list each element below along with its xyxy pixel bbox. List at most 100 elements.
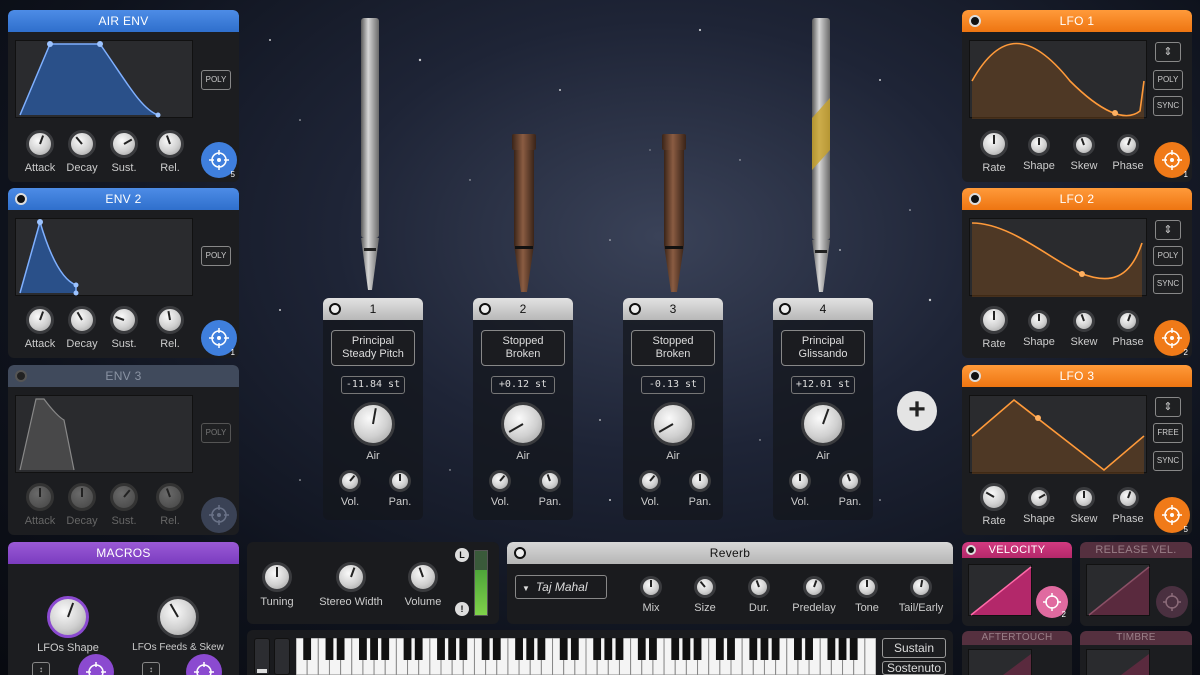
pipe-2-tuning-field[interactable]: +0.12 st <box>491 376 555 394</box>
black-key[interactable] <box>727 638 735 660</box>
env3-power-toggle[interactable] <box>15 370 27 382</box>
lfo2-phase-knob[interactable]: Phase <box>1108 310 1148 348</box>
lfo2-mod-target-button[interactable]: 2 <box>1154 320 1190 357</box>
air-env-release-knob[interactable]: Rel. <box>150 130 190 174</box>
sustain-button[interactable]: Sustain <box>882 638 946 658</box>
macro-1-target-button[interactable] <box>78 654 114 675</box>
env3-decay-knob[interactable]: Decay <box>62 483 102 527</box>
lfo1-sync-button[interactable]: SYNC <box>1153 96 1183 116</box>
black-key[interactable] <box>526 638 535 660</box>
mod-wheel[interactable] <box>274 638 290 675</box>
black-key[interactable] <box>649 638 657 660</box>
pipe-1-preset-selector[interactable]: Principal Steady Pitch <box>331 330 415 366</box>
pitch-bend-wheel[interactable] <box>254 638 270 675</box>
black-key[interactable] <box>325 638 334 660</box>
air-env-attack-knob[interactable]: Attack <box>20 130 60 174</box>
black-key[interactable] <box>403 638 412 660</box>
black-key[interactable] <box>303 638 312 660</box>
pipe-1-pan-knob[interactable]: Pan. <box>385 470 415 508</box>
pipe-4-power-toggle[interactable] <box>779 303 791 315</box>
macro-1-arrows-icon[interactable]: ↕ <box>32 662 50 675</box>
lfo1-graph[interactable] <box>969 40 1147 119</box>
black-key[interactable] <box>537 638 546 660</box>
black-key[interactable] <box>794 638 802 660</box>
env2-mod-target-button[interactable]: 1 <box>201 320 237 357</box>
black-key[interactable] <box>827 638 836 660</box>
volume-knob[interactable]: Volume <box>397 562 449 608</box>
black-key[interactable] <box>448 638 457 660</box>
black-key[interactable] <box>459 638 468 660</box>
black-key[interactable] <box>760 638 769 660</box>
lfo2-shape-knob[interactable]: Shape <box>1019 310 1059 348</box>
air-env-graph[interactable] <box>15 40 193 118</box>
black-key[interactable] <box>805 638 813 660</box>
lfo3-power-toggle[interactable] <box>969 370 981 382</box>
tuning-knob[interactable]: Tuning <box>253 562 301 608</box>
pipe-2-air-knob[interactable]: Air <box>498 402 548 462</box>
release-vel-curve-graph[interactable] <box>1086 564 1150 616</box>
release-vel-mod-target-button[interactable] <box>1156 586 1188 618</box>
black-key[interactable] <box>849 638 858 660</box>
pipe-2-pan-knob[interactable]: Pan. <box>535 470 565 508</box>
reverb-power-toggle[interactable] <box>514 547 526 559</box>
pipe-2-preset-selector[interactable]: Stopped Broken <box>481 330 565 366</box>
velocity-power-toggle[interactable] <box>966 545 976 555</box>
lfo1-rate-knob[interactable]: Rate <box>974 130 1014 174</box>
black-key[interactable] <box>671 638 680 660</box>
env2-attack-knob[interactable]: Attack <box>20 306 60 350</box>
lfo2-rate-knob[interactable]: Rate <box>974 306 1014 350</box>
black-key[interactable] <box>359 638 367 660</box>
pipe-3-pan-knob[interactable]: Pan. <box>685 470 715 508</box>
lfo3-shape-knob[interactable]: Shape <box>1019 487 1059 525</box>
black-key[interactable] <box>437 638 445 660</box>
black-key[interactable] <box>682 638 691 660</box>
env3-attack-knob[interactable]: Attack <box>20 483 60 527</box>
pipe-4-volume-knob[interactable]: Vol. <box>785 470 815 508</box>
macro-2-arrows-icon[interactable]: ↕ <box>142 662 160 675</box>
pipe-1-power-toggle[interactable] <box>329 303 341 315</box>
add-pipe-button[interactable]: + <box>897 391 937 431</box>
lfo1-skew-knob[interactable]: Skew <box>1064 134 1104 172</box>
env2-mode-button[interactable]: POLY <box>201 246 231 266</box>
lfo3-mode-button[interactable]: FREE <box>1153 423 1183 443</box>
lfo1-mod-target-button[interactable]: 1 <box>1154 142 1190 179</box>
black-key[interactable] <box>492 638 501 660</box>
reverb-preset-dropdown[interactable]: ▼ Taj Mahal <box>515 575 607 599</box>
black-key[interactable] <box>838 638 847 660</box>
lfo2-graph[interactable] <box>969 218 1147 297</box>
lfo1-shape-knob[interactable]: Shape <box>1019 134 1059 172</box>
lfo2-power-toggle[interactable] <box>969 193 981 205</box>
pipe-1-volume-knob[interactable]: Vol. <box>335 470 365 508</box>
black-key[interactable] <box>570 638 579 660</box>
env2-graph[interactable] <box>15 218 193 296</box>
aftertouch-curve-graph[interactable] <box>968 649 1032 675</box>
lfo1-phase-knob[interactable]: Phase <box>1108 134 1148 172</box>
air-env-decay-knob[interactable]: Decay <box>62 130 102 174</box>
piano-keyboard[interactable] <box>296 638 876 675</box>
reverb-tone-knob[interactable]: Tone <box>849 576 885 614</box>
macro-lfos-feeds-skew-knob[interactable]: LFOs Feeds & Skew <box>128 596 228 653</box>
lfo3-sync-button[interactable]: SYNC <box>1153 451 1183 471</box>
env2-release-knob[interactable]: Rel. <box>150 306 190 350</box>
pipe-1-tuning-field[interactable]: -11.84 st <box>341 376 405 394</box>
lfo2-direction-button[interactable]: ⇕ <box>1155 220 1181 240</box>
lfo3-mod-target-button[interactable]: 5 <box>1154 497 1190 534</box>
velocity-curve-graph[interactable] <box>968 564 1032 616</box>
lfo3-skew-knob[interactable]: Skew <box>1064 487 1104 525</box>
lfo3-graph[interactable] <box>969 395 1147 474</box>
pipe-2-power-toggle[interactable] <box>479 303 491 315</box>
pipe-4-tuning-field[interactable]: +12.01 st <box>791 376 855 394</box>
macro-2-target-button[interactable] <box>186 654 222 675</box>
pipe-2-volume-knob[interactable]: Vol. <box>485 470 515 508</box>
black-key[interactable] <box>749 638 758 660</box>
env2-decay-knob[interactable]: Decay <box>62 306 102 350</box>
env3-mod-target-button[interactable] <box>201 497 237 533</box>
lfo3-direction-button[interactable]: ⇕ <box>1155 397 1181 417</box>
pipe-3-power-toggle[interactable] <box>629 303 641 315</box>
white-key[interactable] <box>864 638 876 675</box>
env3-graph[interactable] <box>15 395 193 473</box>
env3-release-knob[interactable]: Rel. <box>150 483 190 527</box>
black-key[interactable] <box>604 638 613 660</box>
env3-mode-button[interactable]: POLY <box>201 423 231 443</box>
lfo1-direction-button[interactable]: ⇕ <box>1155 42 1181 62</box>
